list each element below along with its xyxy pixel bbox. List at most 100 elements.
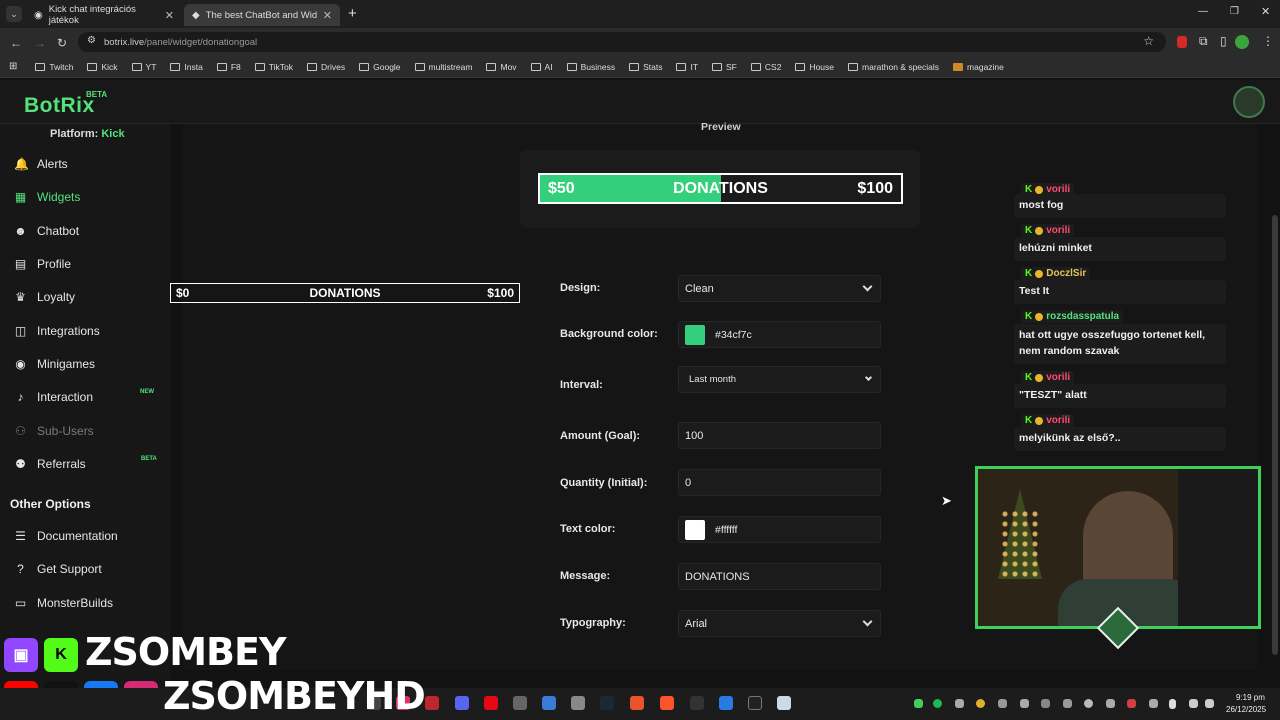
profile-avatar[interactable]: [1235, 35, 1249, 49]
tab-search-button[interactable]: ⌄: [6, 6, 22, 22]
taskbar-app-icon[interactable]: [630, 696, 644, 710]
sidepanel-icon[interactable]: ▯: [1220, 34, 1227, 48]
sidebar-item-monsterbuilds[interactable]: ▭ MonsterBuilds: [14, 593, 113, 613]
minimize-icon[interactable]: —: [1198, 6, 1208, 17]
bookmark[interactable]: magazine: [953, 62, 1004, 72]
clock-date[interactable]: 26/12/2025: [1226, 705, 1266, 714]
background-color-input[interactable]: #34cf7c: [678, 321, 881, 348]
close-window-icon[interactable]: ✕: [1261, 5, 1270, 18]
bookmark[interactable]: Google: [359, 62, 401, 72]
bookmark[interactable]: House: [795, 62, 834, 72]
tray-icon[interactable]: [998, 699, 1007, 708]
taskbar-app-icon[interactable]: [425, 696, 439, 710]
design-select[interactable]: Clean: [678, 275, 881, 302]
tray-icon[interactable]: [955, 699, 964, 708]
taskbar-app-icon[interactable]: [513, 696, 527, 710]
taskbar-app-icon[interactable]: [777, 696, 791, 710]
sidebar-item-referrals[interactable]: ⚉ Referrals: [14, 454, 86, 474]
sidebar-item-minigames[interactable]: ◉ Minigames: [14, 354, 95, 374]
taskbar-app-icon[interactable]: [484, 696, 498, 710]
taskbar-app-icon[interactable]: [600, 696, 614, 710]
puzzle-icon[interactable]: ⧉: [1199, 34, 1208, 49]
bookmark[interactable]: Insta: [170, 62, 203, 72]
tray-icon[interactable]: [1020, 699, 1029, 708]
bookmark[interactable]: marathon & specials: [848, 62, 939, 72]
text-color-input[interactable]: #ffffff: [678, 516, 881, 543]
taskbar-app-icon[interactable]: [455, 696, 469, 710]
back-icon[interactable]: ←: [10, 36, 22, 50]
close-icon[interactable]: ✕: [165, 9, 174, 22]
taskbar-app-icon[interactable]: [571, 696, 585, 710]
spotify-icon[interactable]: [933, 699, 942, 708]
sidebar-item-chatbot[interactable]: ☻ Chatbot: [14, 221, 79, 241]
network-icon[interactable]: [1189, 699, 1198, 708]
taskbar-app-icon[interactable]: [660, 696, 674, 710]
bookmark[interactable]: F8: [216, 62, 241, 72]
tray-icon[interactable]: [1127, 699, 1136, 708]
mouse-cursor-icon: ➤: [941, 493, 952, 508]
forward-icon[interactable]: →: [34, 36, 46, 50]
color-swatch[interactable]: [685, 519, 705, 540]
tray-icon[interactable]: [1149, 699, 1158, 708]
sidebar-item-loyalty[interactable]: ♛ Loyalty: [14, 287, 75, 307]
bookmark[interactable]: YT: [131, 62, 156, 72]
bookmark[interactable]: multistream: [414, 62, 472, 72]
bookmark[interactable]: CS2: [750, 62, 781, 72]
bookmark[interactable]: Mov: [486, 62, 517, 72]
quantity-initial-input[interactable]: 0: [678, 469, 881, 496]
tray-icon[interactable]: [1106, 699, 1115, 708]
bookmark[interactable]: Twitch: [35, 62, 73, 72]
bookmark[interactable]: Drives: [307, 62, 345, 72]
bookmark[interactable]: AI: [530, 62, 553, 72]
user-avatar[interactable]: [1233, 86, 1265, 118]
reload-icon[interactable]: ↻: [57, 36, 67, 50]
interval-select[interactable]: Last month: [678, 366, 881, 393]
tab-botrix[interactable]: ◆ The best ChatBot and Widgets ✕: [184, 4, 340, 26]
url-input[interactable]: ⚙ botrix.live/panel/widget/donationgoal …: [78, 32, 1166, 52]
tray-icon[interactable]: [1041, 699, 1050, 708]
bookmark[interactable]: Kick: [87, 62, 118, 72]
tab-kick-chat[interactable]: ◉ Kick chat integrációs játékok ✕: [26, 4, 182, 26]
sidebar-item-documentation[interactable]: ☰ Documentation: [14, 526, 118, 546]
bookmark-star-icon[interactable]: ☆: [1143, 34, 1154, 48]
site-info-icon[interactable]: ⚙: [87, 35, 96, 46]
extension-icon[interactable]: [1177, 36, 1187, 48]
volume-icon[interactable]: [1205, 699, 1214, 708]
tray-icon[interactable]: [1084, 699, 1093, 708]
bookmark[interactable]: Business: [566, 62, 615, 72]
laptop-icon: ▭: [14, 595, 27, 610]
app-logo[interactable]: BotRix: [24, 94, 95, 118]
taskbar-app-icon[interactable]: [690, 696, 704, 710]
tray-icon[interactable]: [1063, 699, 1072, 708]
menu-icon[interactable]: ⋮: [1262, 34, 1274, 48]
sidebar-item-interaction[interactable]: ♪ Interaction: [14, 387, 94, 407]
taskbar-app-icon[interactable]: [719, 696, 733, 710]
bookmark[interactable]: SF: [712, 62, 737, 72]
bookmark[interactable]: TikTok: [254, 62, 293, 72]
sidebar-item-profile[interactable]: ▤ Profile: [14, 254, 71, 274]
sidebar-item-alerts[interactable]: 🔔 Alerts: [14, 154, 68, 174]
tray-icon[interactable]: [914, 699, 923, 708]
sidebar-item-label: Interaction: [37, 390, 94, 404]
maximize-icon[interactable]: ❐: [1230, 6, 1239, 17]
microphone-icon[interactable]: [1169, 699, 1176, 709]
sidebar-item-integrations[interactable]: ◫ Integrations: [14, 321, 100, 341]
amount-goal-input[interactable]: 100: [678, 422, 881, 449]
chrome-icon[interactable]: [976, 699, 985, 708]
folder-icon: [35, 62, 46, 71]
apps-grid-icon[interactable]: ⊞: [9, 61, 17, 72]
close-icon[interactable]: ✕: [323, 9, 332, 22]
typography-select[interactable]: Arial: [678, 610, 881, 637]
sidebar-item-sub-users[interactable]: ⚇ Sub-Users: [14, 421, 94, 441]
taskbar-app-icon[interactable]: [542, 696, 556, 710]
clock-time[interactable]: 9:19 pm: [1236, 693, 1265, 702]
sidebar-item-get-support[interactable]: ? Get Support: [14, 559, 102, 579]
scrollbar[interactable]: [1272, 215, 1278, 655]
sidebar-item-widgets[interactable]: ▦ Widgets: [14, 187, 81, 207]
message-input[interactable]: DONATIONS: [678, 563, 881, 590]
new-tab-button[interactable]: +: [348, 5, 357, 22]
bookmark[interactable]: IT: [676, 62, 698, 72]
bookmark[interactable]: Stats: [629, 62, 662, 72]
color-swatch[interactable]: [685, 324, 705, 345]
taskbar-app-icon[interactable]: [748, 696, 762, 710]
